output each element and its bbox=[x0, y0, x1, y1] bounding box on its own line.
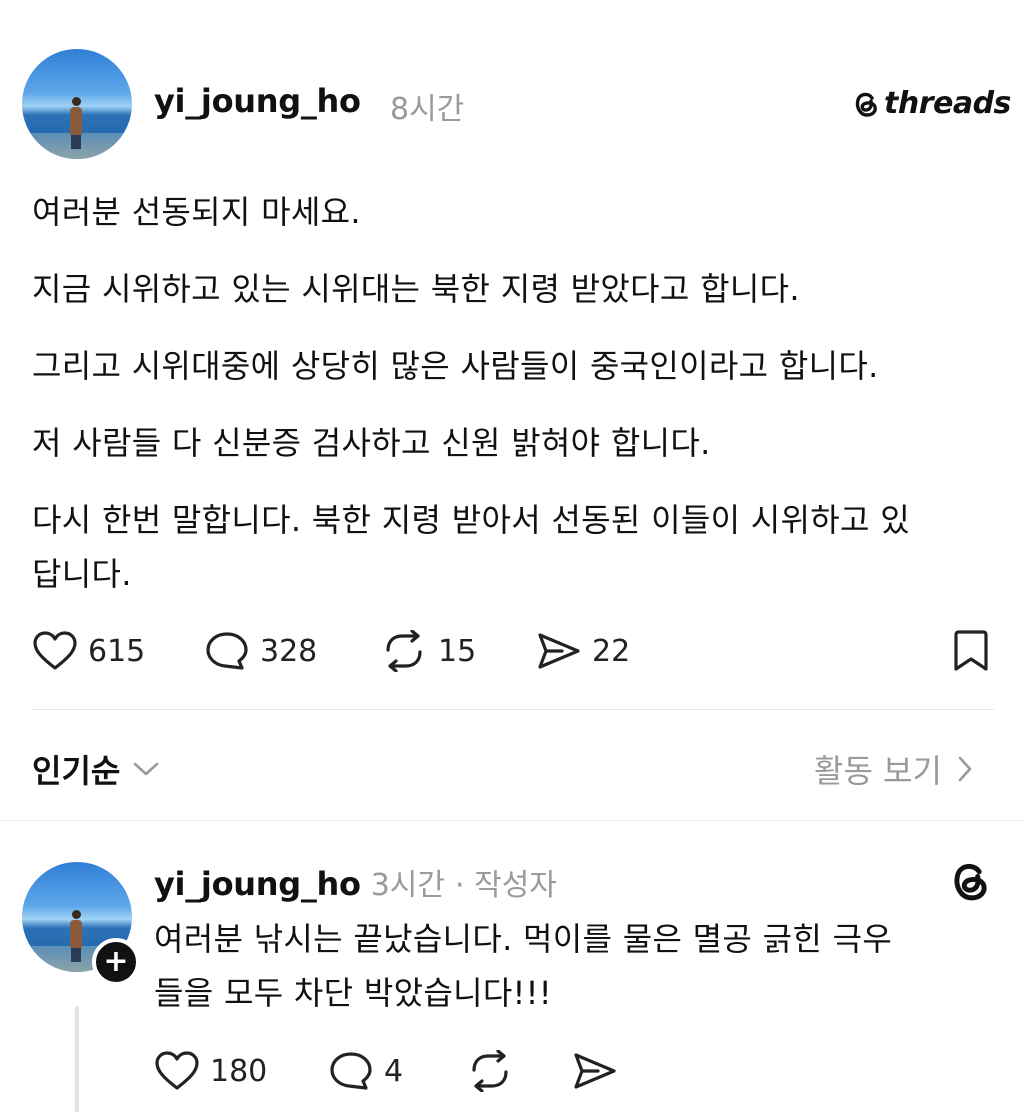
share-button[interactable]: 22 bbox=[536, 630, 630, 672]
threads-logo-icon bbox=[954, 863, 987, 901]
repost-icon bbox=[386, 630, 422, 672]
share-count: 22 bbox=[592, 633, 631, 669]
comment-count: 328 bbox=[260, 633, 318, 669]
post-line: 그리고 시위대중에 상당히 많은 사람들이 중국인이라고 합니다. bbox=[32, 347, 879, 385]
threads-wordmark: threads bbox=[884, 86, 1011, 121]
avatar[interactable] bbox=[22, 49, 132, 159]
like-count: 615 bbox=[88, 633, 146, 669]
reply-line: 들을 모두 차단 박았습니다!!! bbox=[154, 974, 552, 1012]
follow-button[interactable]: + bbox=[92, 938, 140, 986]
threads-brand[interactable]: threads bbox=[852, 86, 1011, 121]
threads-logo-button[interactable] bbox=[948, 858, 992, 904]
post-line: 지금 시위하고 있는 시위대는 북한 지령 받았다고 합니다. bbox=[32, 270, 800, 308]
reply-repost-button[interactable] bbox=[466, 1050, 514, 1092]
save-button[interactable] bbox=[952, 628, 990, 674]
comment-bubble-icon bbox=[330, 1052, 372, 1090]
activity-label: 활동 보기 bbox=[814, 752, 942, 790]
reply-share-button[interactable] bbox=[572, 1050, 618, 1092]
repost-icon bbox=[472, 1050, 508, 1092]
post-line: 답니다. bbox=[32, 555, 132, 593]
comment-bubble-icon bbox=[206, 632, 248, 670]
sort-label: 인기순 bbox=[32, 752, 121, 790]
divider bbox=[0, 820, 1024, 821]
chevron-right-icon bbox=[958, 756, 972, 782]
reply-line: 여러분 낚시는 끝났습니다. 먹이를 물은 멸공 긁힌 극우 bbox=[154, 920, 893, 958]
reply-like-count: 180 bbox=[210, 1053, 268, 1089]
post-line: 저 사람들 다 신분증 검사하고 신원 밝혀야 합니다. bbox=[32, 424, 711, 462]
reply-time: 3시간 bbox=[370, 868, 446, 903]
reply-comment-count: 4 bbox=[384, 1053, 404, 1089]
threads-logo-icon bbox=[855, 92, 877, 117]
reply-like-button[interactable]: 180 bbox=[154, 1050, 267, 1092]
post-line: 여러분 선동되지 마세요. bbox=[32, 193, 361, 231]
thread-line bbox=[75, 1006, 79, 1112]
chevron-down-icon bbox=[134, 762, 159, 776]
bookmark-icon bbox=[954, 630, 988, 671]
comment-button[interactable]: 328 bbox=[204, 630, 317, 672]
reply-comment-button[interactable]: 4 bbox=[328, 1050, 403, 1092]
send-icon bbox=[538, 633, 580, 669]
post-time: 8시간 bbox=[390, 92, 465, 127]
divider bbox=[32, 709, 994, 710]
repost-button[interactable]: 15 bbox=[380, 630, 476, 672]
author-tag: · 작성자 bbox=[455, 868, 557, 903]
view-activity-link[interactable]: 활동 보기 bbox=[814, 746, 974, 792]
reply-header: yi_joung_ho 3시간 · 작성자 bbox=[154, 860, 557, 904]
sort-dropdown[interactable]: 인기순 bbox=[32, 746, 160, 792]
reply-username[interactable]: yi_joung_ho bbox=[154, 865, 361, 903]
post-username[interactable]: yi_joung_ho bbox=[154, 82, 361, 120]
heart-icon bbox=[155, 1051, 199, 1090]
send-icon bbox=[574, 1053, 616, 1089]
post-line: 다시 한번 말합니다. 북한 지령 받아서 선동된 이들이 시위하고 있 bbox=[32, 501, 910, 539]
repost-count: 15 bbox=[438, 633, 477, 669]
like-button[interactable]: 615 bbox=[32, 630, 145, 672]
heart-icon bbox=[33, 631, 77, 670]
